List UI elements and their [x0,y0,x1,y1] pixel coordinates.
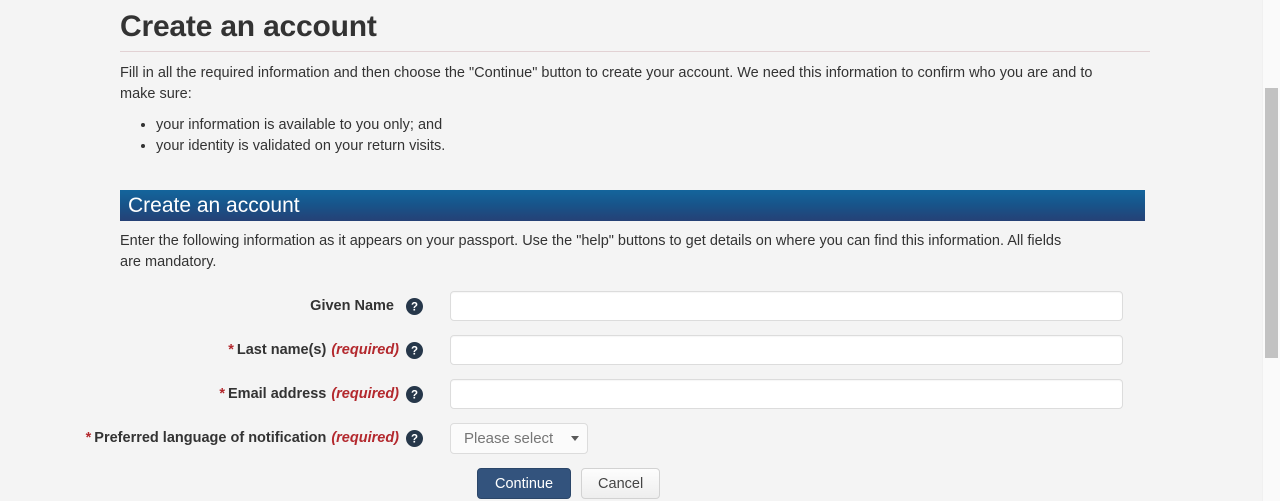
help-question-icon[interactable]: ? [406,429,423,447]
help-question-icon[interactable]: ? [406,297,423,315]
page-content: Create an account Fill in all the requir… [86,0,1150,499]
panel-banner: Create an account [120,190,1145,221]
last-name-input[interactable] [450,335,1123,365]
label-text: Email address [228,386,327,402]
cancel-button[interactable]: Cancel [581,468,661,499]
label-text: Preferred language of notification [94,430,327,446]
svg-text:?: ? [411,433,418,445]
title-divider [120,51,1150,52]
chevron-down-icon [571,436,580,441]
label-text: Given Name [310,298,394,314]
field-wrapper-last-name [450,335,1145,365]
create-account-form: Given Name ? * Last name(s) (required) ?… [86,291,1145,499]
form-row-preferred-language: * Preferred language of notification (re… [86,423,1145,454]
required-tag: (required) [331,386,399,402]
svg-text:?: ? [411,389,418,401]
form-actions: Continue Cancel [477,468,1145,499]
preferred-language-select[interactable]: Please select [450,423,589,454]
select-selected-value: Please select [464,430,554,447]
page-scrollbar-track[interactable] [1262,0,1280,501]
given-name-input[interactable] [450,291,1123,321]
required-tag: (required) [331,342,399,358]
required-asterisk: * [219,386,225,402]
field-wrapper-email [450,379,1145,409]
intro-paragraph: Fill in all the required information and… [120,65,1093,102]
list-item: your identity is validated on your retur… [156,136,1145,157]
email-address-input[interactable] [450,379,1123,409]
label-last-name: * Last name(s) (required) ? [120,335,450,365]
form-row-last-name: * Last name(s) (required) ? [120,335,1145,365]
label-preferred-language: * Preferred language of notification (re… [86,423,450,453]
intro-bullet-list: your information is available to you onl… [120,115,1145,157]
svg-text:?: ? [411,345,418,357]
continue-button[interactable]: Continue [477,468,572,499]
required-asterisk: * [228,342,234,358]
field-wrapper-preferred-language: Please select [450,423,1145,454]
help-question-icon[interactable]: ? [406,341,423,359]
form-row-given-name: Given Name ? [120,291,1145,321]
panel-note: Enter the following information as it ap… [120,233,1062,270]
list-item: your information is available to you onl… [156,115,1145,136]
required-tag: (required) [331,430,399,446]
field-wrapper-given-name [450,291,1145,321]
panel-banner-title: Create an account [128,194,300,217]
page-viewport: Create an account Fill in all the requir… [0,0,1263,501]
page-scrollbar-thumb[interactable] [1265,88,1278,358]
label-email-address: * Email address (required) ? [120,379,450,409]
label-text: Last name(s) [236,342,327,358]
help-question-icon[interactable]: ? [406,385,423,403]
required-asterisk: * [85,430,92,446]
svg-text:?: ? [411,301,418,313]
label-given-name: Given Name ? [120,291,450,321]
form-row-email: * Email address (required) ? [120,379,1145,409]
page-title: Create an account [120,10,377,43]
